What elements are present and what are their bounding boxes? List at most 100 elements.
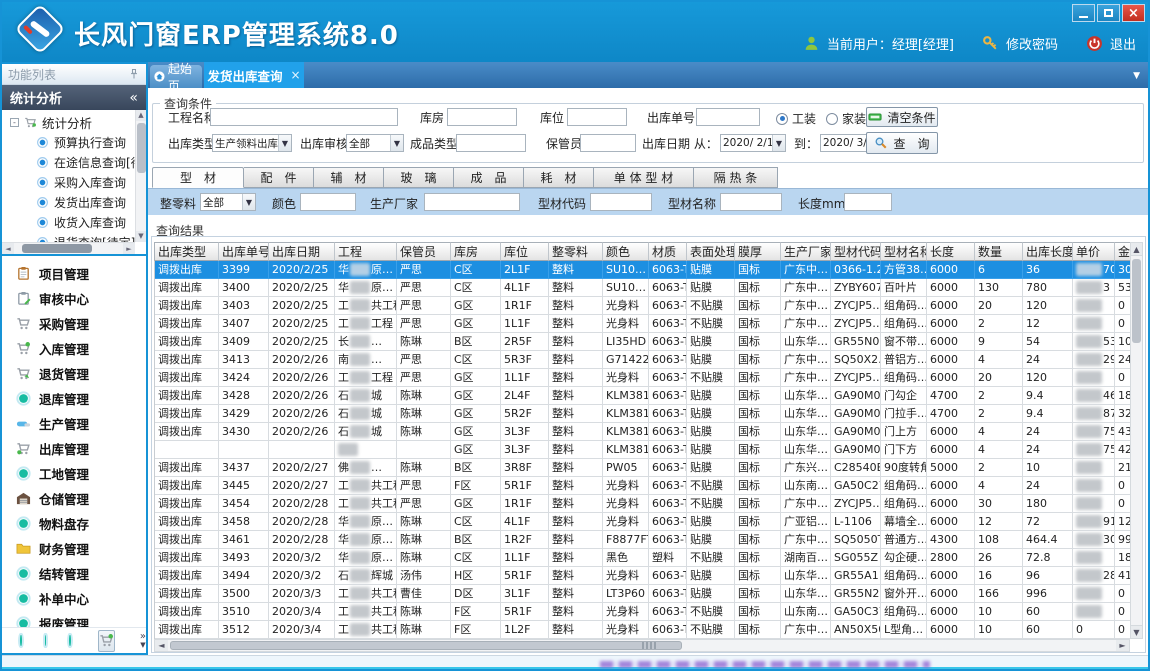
table-row[interactable]: 调拨出库33992020/2/25华原…严思C区2L1F整料SU10…6063-… <box>155 261 1131 279</box>
sidebar-item-项目管理[interactable]: 项目管理 <box>2 261 146 286</box>
tree-vertical-scrollbar[interactable]: ▲ ▼ <box>135 110 146 242</box>
audit-select[interactable]: 全部▼ <box>346 134 404 152</box>
sidebar-item-仓储管理[interactable]: 仓储管理 <box>2 486 146 511</box>
column-header-18[interactable]: 出库长度 <box>1023 242 1073 261</box>
sidebar-item-结转管理[interactable]: 结转管理 <box>2 561 146 586</box>
close-button[interactable]: × <box>1122 4 1145 22</box>
column-header-13[interactable]: 生产厂家 <box>781 242 831 261</box>
column-header-17[interactable]: 数量 <box>975 242 1023 261</box>
sidebar-item-报废管理[interactable]: 报废管理 <box>2 611 146 627</box>
pin-icon[interactable] <box>128 68 140 80</box>
grid-horizontal-scrollbar[interactable]: ◄ ► <box>154 639 1130 652</box>
sidebar-item-财务管理[interactable]: 财务管理 <box>2 536 146 561</box>
table-row[interactable]: 调拨出库34282020/2/26石城陈琳G区2L4F整料KLM38176063… <box>155 387 1131 405</box>
sidebar-item-退库管理[interactable]: 退库管理 <box>2 386 146 411</box>
project-name-input[interactable] <box>210 108 398 126</box>
warehouse-input[interactable] <box>447 108 517 126</box>
radio-work-decor[interactable]: 工装 <box>776 110 816 127</box>
table-row[interactable]: G区3L3F整料KLM38176063-T5贴膜国标山东华…GA90M09.门下… <box>155 441 1131 459</box>
material-tab-1[interactable]: 型 材 <box>152 167 244 188</box>
table-row[interactable]: 调拨出库34932020/3/2华原…陈琳C区1L1F整料黑色塑料不贴膜国标湖南… <box>155 549 1131 567</box>
column-header-12[interactable]: 膜厚 <box>735 242 781 261</box>
profile-code-input[interactable] <box>590 193 652 211</box>
cart-shortcut-button[interactable] <box>98 630 115 652</box>
material-tab-7[interactable]: 单 体 型 材 <box>594 167 694 188</box>
tree-item-5[interactable]: 收货入库查询 <box>2 212 135 232</box>
tab-home[interactable]: 起始页 <box>150 65 202 88</box>
tree-item-4[interactable]: 发货出库查询 <box>2 192 135 212</box>
more-options-button[interactable]: »▼ <box>140 633 146 649</box>
logout-link[interactable]: 退出 <box>1110 34 1136 53</box>
column-header-15[interactable]: 型材名称 <box>881 242 927 261</box>
out-type-select[interactable]: 生产领料出库▼ <box>212 134 292 152</box>
search-button[interactable]: 查 询 <box>866 132 938 154</box>
table-row[interactable]: 调拨出库34452020/2/27工共工程严思F区5R1F整料光身料6063-T… <box>155 477 1131 495</box>
table-row[interactable]: 调拨出库34612020/2/28华原…陈琳B区1R2F整料F8877FT606… <box>155 531 1131 549</box>
sidebar-item-采购管理[interactable]: 采购管理 <box>2 311 146 336</box>
column-header-5[interactable]: 保管员 <box>397 242 451 261</box>
column-header-11[interactable]: 表面处理 <box>687 242 735 261</box>
teal-dot-icon[interactable] <box>20 635 22 646</box>
column-header-1[interactable]: 出库类型 <box>155 242 219 261</box>
material-tab-5[interactable]: 成 品 <box>454 167 524 188</box>
tree-item-3[interactable]: 采购入库查询 <box>2 172 135 192</box>
sidebar-item-工地管理[interactable]: 工地管理 <box>2 461 146 486</box>
column-header-9[interactable]: 颜色 <box>603 242 649 261</box>
sidebar-item-补单中心[interactable]: 补单中心 <box>2 586 146 611</box>
keeper-input[interactable] <box>580 134 636 152</box>
whole-piece-select[interactable]: 全部▼ <box>200 193 256 211</box>
section-header[interactable]: 统计分析 « <box>2 85 146 110</box>
factory-input[interactable] <box>424 193 520 211</box>
change-password-link[interactable]: 修改密码 <box>1006 34 1058 53</box>
tree-item-1[interactable]: 预算执行查询 <box>2 132 135 152</box>
material-tab-6[interactable]: 耗 材 <box>524 167 594 188</box>
table-row[interactable]: 调拨出库34242020/2/26工工程严思G区1L1F整料光身料6063-T5… <box>155 369 1131 387</box>
material-tab-8[interactable]: 隔 热 条 <box>694 167 778 188</box>
teal-dot-icon[interactable] <box>69 635 71 646</box>
table-row[interactable]: 调拨出库34072020/2/25工工程严思G区1L1F整料光身料6063-T5… <box>155 315 1131 333</box>
column-header-6[interactable]: 库房 <box>451 242 501 261</box>
column-header-19[interactable]: 单价 <box>1073 242 1115 261</box>
tab-close-icon[interactable]: × <box>290 68 300 82</box>
teal-dot-icon[interactable] <box>45 635 47 646</box>
grid-vertical-scrollbar[interactable]: ▲ ▼ <box>1130 242 1143 639</box>
column-header-8[interactable]: 整零料 <box>549 242 603 261</box>
table-row[interactable]: 调拨出库34542020/2/28工共工程严思G区1R1F整料光身料6063-T… <box>155 495 1131 513</box>
tree-item-6[interactable]: 退货查询[待定] <box>2 232 135 242</box>
table-row[interactable]: 调拨出库35102020/3/4工共工程陈琳F区5R1F整料光身料6063-T5… <box>155 603 1131 621</box>
sidebar-item-退货管理[interactable]: 退货管理 <box>2 361 146 386</box>
column-header-10[interactable]: 材质 <box>649 242 687 261</box>
table-row[interactable]: 调拨出库34032020/2/25工共工程严思G区1R1F整料光身料6063-T… <box>155 297 1131 315</box>
tree-expander-icon[interactable]: - <box>10 118 19 127</box>
color-input[interactable] <box>300 193 356 211</box>
tree-root[interactable]: - 统计分析 <box>2 112 135 132</box>
column-header-16[interactable]: 长度 <box>927 242 975 261</box>
date-from-select[interactable]: 2020/ 2/16▼ <box>720 134 786 152</box>
location-input[interactable] <box>567 108 627 126</box>
column-header-2[interactable]: 出库单号 <box>219 242 269 261</box>
column-header-4[interactable]: 工程 <box>335 242 397 261</box>
table-row[interactable]: 调拨出库34942020/3/2石辉城汤伟H区5R1F整料光身料6063-T5贴… <box>155 567 1131 585</box>
collapse-icon[interactable]: « <box>129 90 138 106</box>
column-header-14[interactable]: 型材代码 <box>831 242 881 261</box>
column-header-7[interactable]: 库位 <box>501 242 549 261</box>
length-input[interactable] <box>844 193 892 211</box>
radio-home-decor[interactable]: 家装 <box>826 110 866 127</box>
table-row[interactable]: 调拨出库34292020/2/26石城陈琳G区5R2F整料KLM38176063… <box>155 405 1131 423</box>
tree-horizontal-scrollbar[interactable]: ◄ ► <box>2 242 135 254</box>
column-header-3[interactable]: 出库日期 <box>269 242 335 261</box>
sidebar-item-入库管理[interactable]: 入库管理 <box>2 336 146 361</box>
table-row[interactable]: 调拨出库35122020/3/4工共工程陈琳F区1L2F整料光身料6063-T5… <box>155 621 1131 639</box>
tab-list-dropdown-icon[interactable]: ▼ <box>1133 71 1140 81</box>
column-header-20[interactable]: 金 <box>1115 242 1131 261</box>
product-type-input[interactable] <box>456 134 526 152</box>
order-no-input[interactable] <box>696 108 760 126</box>
material-tab-4[interactable]: 玻 璃 <box>384 167 454 188</box>
maximize-button[interactable] <box>1097 4 1120 22</box>
sidebar-item-出库管理[interactable]: 出库管理 <box>2 436 146 461</box>
tab-shipment-outbound-query[interactable]: 发货出库查询 × <box>204 62 304 88</box>
table-row[interactable]: 调拨出库34002020/2/25华原…严思C区4L1F整料SU10…6063-… <box>155 279 1131 297</box>
clear-conditions-button[interactable]: 清空条件 <box>866 107 938 127</box>
table-row[interactable]: 调拨出库34582020/2/28华原…陈琳C区4L1F整料光身料6063-T5… <box>155 513 1131 531</box>
table-row[interactable]: 调拨出库34092020/2/25长…陈琳B区2R5F整料LI35HD6063-… <box>155 333 1131 351</box>
